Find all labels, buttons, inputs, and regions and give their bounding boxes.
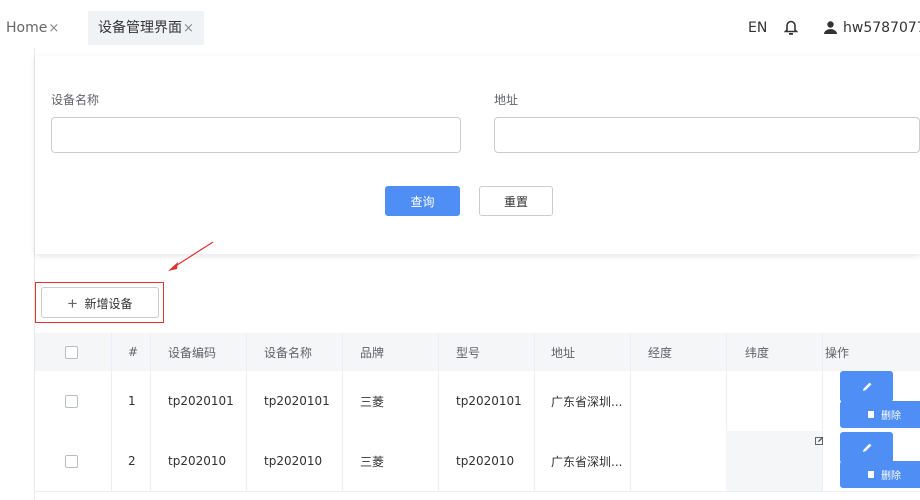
row-checkbox[interactable]	[65, 394, 78, 408]
column-divider	[246, 371, 247, 431]
device-name-input[interactable]	[51, 117, 461, 153]
latitude-cell-editing[interactable]	[726, 431, 822, 491]
annotation-arrow	[168, 241, 214, 271]
header-device-code[interactable]: 设备编码	[168, 333, 216, 371]
delete-button[interactable]: 删除	[840, 401, 920, 428]
reset-button[interactable]: 重置	[479, 186, 553, 216]
column-divider	[111, 333, 112, 371]
username[interactable]: hw5787077	[843, 11, 920, 45]
delete-label: 删除	[881, 411, 901, 422]
column-divider	[630, 431, 631, 491]
pencil-icon	[862, 443, 871, 452]
select-all-cell	[65, 333, 78, 371]
row-checkbox[interactable]	[65, 454, 78, 468]
column-divider	[150, 371, 151, 431]
column-divider	[342, 431, 343, 491]
row-index: 1	[128, 394, 136, 408]
column-divider	[726, 333, 727, 371]
pencil-icon	[862, 382, 871, 391]
column-divider	[534, 371, 535, 431]
cell-brand: 三菱	[360, 394, 385, 409]
column-divider	[726, 371, 727, 431]
search-form-card: 设备名称 地址 查询 重置	[35, 56, 920, 254]
column-divider	[438, 371, 439, 431]
header-model[interactable]: 型号	[456, 333, 480, 371]
cell-model: tp202010	[456, 454, 515, 468]
header-index: #	[128, 345, 139, 359]
column-divider	[438, 431, 439, 491]
header-longitude[interactable]: 经度	[648, 333, 672, 371]
row-index: 2	[128, 454, 136, 468]
table-row: 1 tp2020101 tp2020101 三菱 tp2020101 广东省深圳…	[35, 371, 920, 432]
column-divider	[150, 431, 151, 491]
column-divider	[246, 431, 247, 491]
table-row: 2 tp202010 tp202010 三菱 tp202010 广东省深圳...…	[35, 431, 920, 492]
column-divider	[150, 333, 151, 371]
header-actions: 操作	[825, 345, 850, 360]
delete-button[interactable]: 删除	[840, 461, 920, 488]
cell-model: tp2020101	[456, 394, 522, 408]
column-divider	[342, 333, 343, 371]
table-header: # 设备编码 设备名称 品牌 型号 地址 经度 纬度 操作	[35, 333, 920, 372]
delete-label: 删除	[881, 471, 901, 482]
column-divider	[630, 333, 631, 371]
column-divider	[534, 333, 535, 371]
device-name-label: 设备名称	[51, 93, 100, 107]
select-all-checkbox[interactable]	[65, 345, 78, 359]
header-tools: EN hw5787077	[0, 11, 920, 45]
column-divider	[111, 371, 112, 431]
column-divider	[534, 431, 535, 491]
cell-address: 广东省深圳...	[551, 394, 623, 409]
column-divider	[438, 333, 439, 371]
column-divider	[246, 333, 247, 371]
add-device-label: 新增设备	[84, 297, 133, 311]
tab-bar: Home× 设备管理界面× EN hw5787077	[0, 0, 920, 48]
address-label: 地址	[494, 93, 519, 107]
plus-icon: +	[67, 294, 78, 313]
cell-device-code: tp2020101	[168, 394, 234, 408]
edit-button[interactable]	[840, 371, 893, 402]
header-brand[interactable]: 品牌	[360, 333, 384, 371]
header-address[interactable]: 地址	[551, 333, 575, 371]
cell-brand: 三菱	[360, 454, 385, 469]
row-select-cell	[65, 431, 78, 491]
bell-icon[interactable]	[784, 19, 798, 36]
query-button[interactable]: 查询	[385, 186, 460, 216]
header-latitude[interactable]: 纬度	[745, 333, 769, 371]
address-input[interactable]	[494, 117, 920, 153]
add-device-button[interactable]: + 新增设备	[41, 287, 159, 318]
column-divider	[822, 333, 823, 371]
row-select-cell	[65, 371, 78, 431]
cell-device-name: tp202010	[264, 454, 323, 468]
trash-icon	[868, 471, 874, 478]
column-divider	[342, 371, 343, 431]
user-icon	[824, 21, 837, 34]
column-divider	[822, 371, 823, 431]
cell-address: 广东省深圳...	[551, 454, 623, 469]
column-divider	[111, 431, 112, 491]
cell-device-name: tp2020101	[264, 394, 330, 408]
language-switch[interactable]: EN	[748, 11, 767, 45]
column-divider	[630, 371, 631, 431]
trash-icon	[868, 411, 874, 418]
cell-device-code: tp202010	[168, 454, 227, 468]
cell-edit-icon[interactable]	[815, 436, 824, 445]
edit-button[interactable]	[840, 432, 893, 463]
header-device-name[interactable]: 设备名称	[264, 333, 312, 371]
